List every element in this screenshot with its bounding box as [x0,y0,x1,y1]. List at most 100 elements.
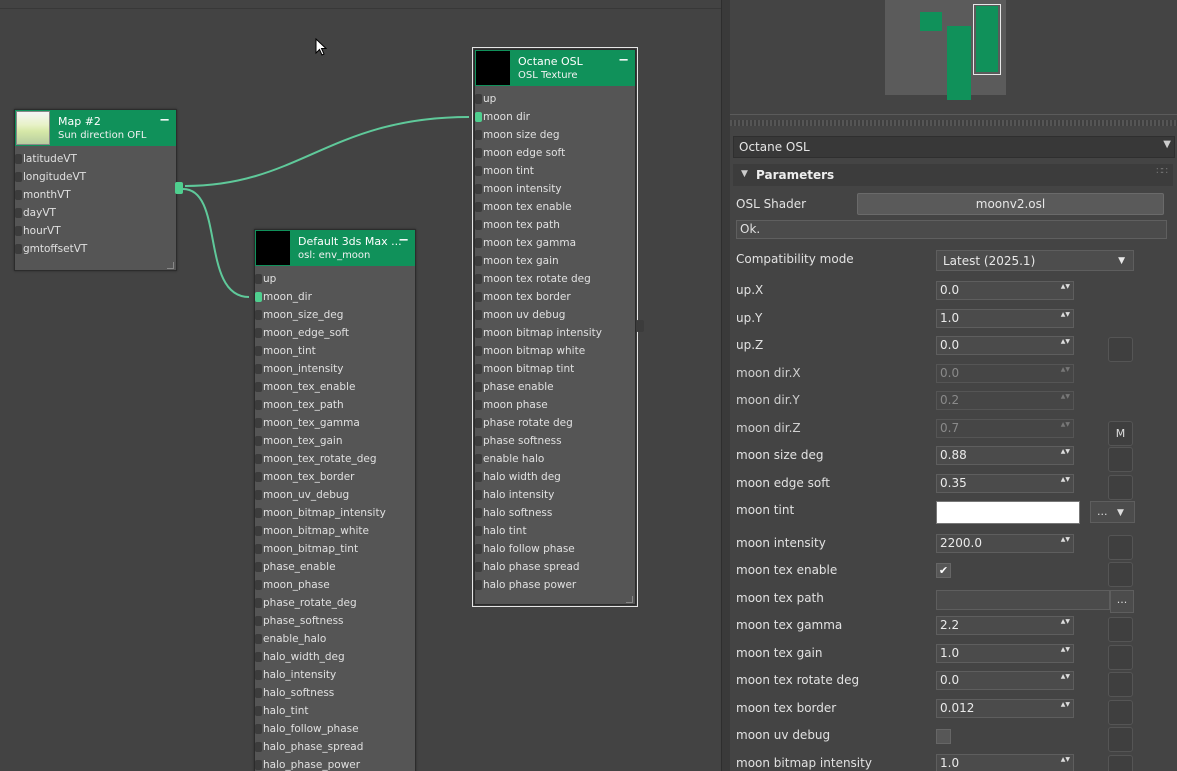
input-pin[interactable] [475,310,482,320]
input-port[interactable]: dayVT [15,204,56,222]
input-port[interactable]: moon_bitmap_white [255,522,369,540]
input-pin[interactable] [475,184,482,194]
splitter[interactable] [722,0,730,771]
input-pin[interactable] [475,256,482,266]
input-port[interactable]: moon dir [475,108,530,126]
spinner-arrows-icon[interactable]: ▲▼ [1061,646,1070,653]
input-pin[interactable] [255,544,262,554]
input-port[interactable]: halo_tint [255,702,309,720]
input-port[interactable]: halo follow phase [475,540,575,558]
moon-tex-path-field[interactable] [936,590,1110,610]
parameters-rollout-header[interactable]: ▼ Parameters ∷∷ [733,164,1173,186]
node-editor-canvas[interactable]: Map #2 Sun direction OFL − latitudeVT lon… [0,0,722,771]
input-pin[interactable] [255,274,262,284]
input-pin[interactable] [475,508,482,518]
input-pin[interactable] [255,454,262,464]
input-port[interactable]: moon_phase [255,576,330,594]
input-pin[interactable] [255,616,262,626]
node-octane-osl[interactable]: Octane OSL OSL Texture − up moon dir moon … [472,47,644,607]
input-port[interactable]: up [255,270,276,288]
moon-tex-gain-spinner[interactable]: 1.0 ▲▼ [936,644,1074,663]
splitter-grip[interactable] [730,120,1177,126]
input-pin[interactable] [475,346,482,356]
input-pin[interactable] [475,364,482,374]
spinner-arrows-icon[interactable]: ▲▼ [1061,283,1070,290]
input-pin[interactable] [255,436,262,446]
input-port[interactable]: enable halo [475,450,544,468]
chevron-down-icon[interactable]: ▼ [1163,139,1171,150]
input-port[interactable]: phase softness [475,432,562,450]
moon-dir-map-button[interactable]: M [1108,421,1133,446]
input-port[interactable]: monthVT [15,186,71,204]
moon-tex-rotate-deg-spinner[interactable]: 0.0 ▲▼ [936,671,1074,690]
spinner-arrows-icon[interactable]: ▲▼ [1061,618,1070,625]
input-port[interactable]: moon uv debug [475,306,565,324]
input-port[interactable]: halo_phase_spread [255,738,363,756]
navigator-minimap[interactable] [885,0,1006,100]
input-pin[interactable] [255,508,262,518]
input-pin[interactable] [475,400,482,410]
input-pin[interactable] [255,760,262,770]
up-y-spinner[interactable]: 1.0 ▲▼ [936,309,1074,328]
rollout-header[interactable]: Octane OSL ▼ [733,136,1175,158]
moon-tex-border-spinner[interactable]: 0.012 ▲▼ [936,699,1074,718]
input-pin[interactable] [475,328,482,338]
input-pin[interactable] [475,526,482,536]
input-pin[interactable] [255,328,262,338]
input-pin[interactable] [475,130,482,140]
input-pin[interactable] [475,472,482,482]
resize-grip[interactable] [626,596,633,603]
input-port[interactable]: phase rotate deg [475,414,573,432]
input-pin[interactable] [255,598,262,608]
minimize-button[interactable]: − [159,113,170,128]
node-header[interactable]: Octane OSL OSL Texture − [475,50,635,86]
input-pin[interactable] [15,154,22,164]
input-port[interactable]: longitudeVT [15,168,86,186]
spinner-arrows-icon[interactable]: ▲▼ [1061,338,1070,345]
input-port[interactable]: moon tex enable [475,198,572,216]
moon-tex-border-slot-button[interactable] [1108,700,1133,725]
moon-tex-gamma-slot-button[interactable] [1108,617,1133,642]
input-port[interactable]: moon_uv_debug [255,486,349,504]
node-header[interactable]: Map #2 Sun direction OFL − [15,110,176,146]
input-port[interactable]: halo tint [475,522,527,540]
input-port[interactable]: moon bitmap tint [475,360,574,378]
moon-intensity-texture-slot-button[interactable] [1108,535,1133,560]
output-pin[interactable] [636,320,644,332]
input-pin[interactable] [15,208,22,218]
input-pin[interactable] [255,688,262,698]
input-port[interactable]: moon_tex_enable [255,378,355,396]
input-port[interactable]: moon intensity [475,180,562,198]
input-port[interactable]: moon_bitmap_tint [255,540,358,558]
input-port[interactable]: phase_rotate_deg [255,594,357,612]
input-pin[interactable] [475,418,482,428]
moon-tex-gain-slot-button[interactable] [1108,645,1133,670]
input-port[interactable]: moon bitmap intensity [475,324,602,342]
node-map2[interactable]: Map #2 Sun direction OFL − latitudeVT lon… [14,109,183,271]
input-port[interactable]: moon tex rotate deg [475,270,591,288]
input-port[interactable]: halo_follow_phase [255,720,359,738]
moon-edge-soft-spinner[interactable]: 0.35 ▲▼ [936,474,1074,493]
input-port[interactable]: moon tint [475,162,534,180]
input-pin[interactable] [475,220,482,230]
input-port[interactable]: phase_enable [255,558,336,576]
spinner-arrows-icon[interactable]: ▲▼ [1061,311,1070,318]
input-pin[interactable] [255,364,262,374]
input-pin[interactable] [255,382,262,392]
input-port[interactable]: moon_tex_gain [255,432,343,450]
input-port[interactable]: moon tex gain [475,252,559,270]
moon-bitmap-intensity-spinner[interactable]: 1.0 ▲▼ [936,754,1074,771]
output-pin[interactable] [175,182,183,194]
input-port[interactable]: moon_tex_path [255,396,344,414]
input-port[interactable]: halo phase spread [475,558,580,576]
input-port[interactable]: moon_size_deg [255,306,343,324]
spinner-arrows-icon[interactable]: ▲▼ [1061,701,1070,708]
input-pin[interactable] [255,526,262,536]
input-pin[interactable] [475,202,482,212]
input-port[interactable]: halo_intensity [255,666,336,684]
input-pin[interactable] [255,292,262,302]
input-port[interactable]: moon_tex_border [255,468,355,486]
input-port[interactable]: halo intensity [475,486,554,504]
input-pin[interactable] [475,166,482,176]
input-port[interactable]: moon_dir [255,288,312,306]
